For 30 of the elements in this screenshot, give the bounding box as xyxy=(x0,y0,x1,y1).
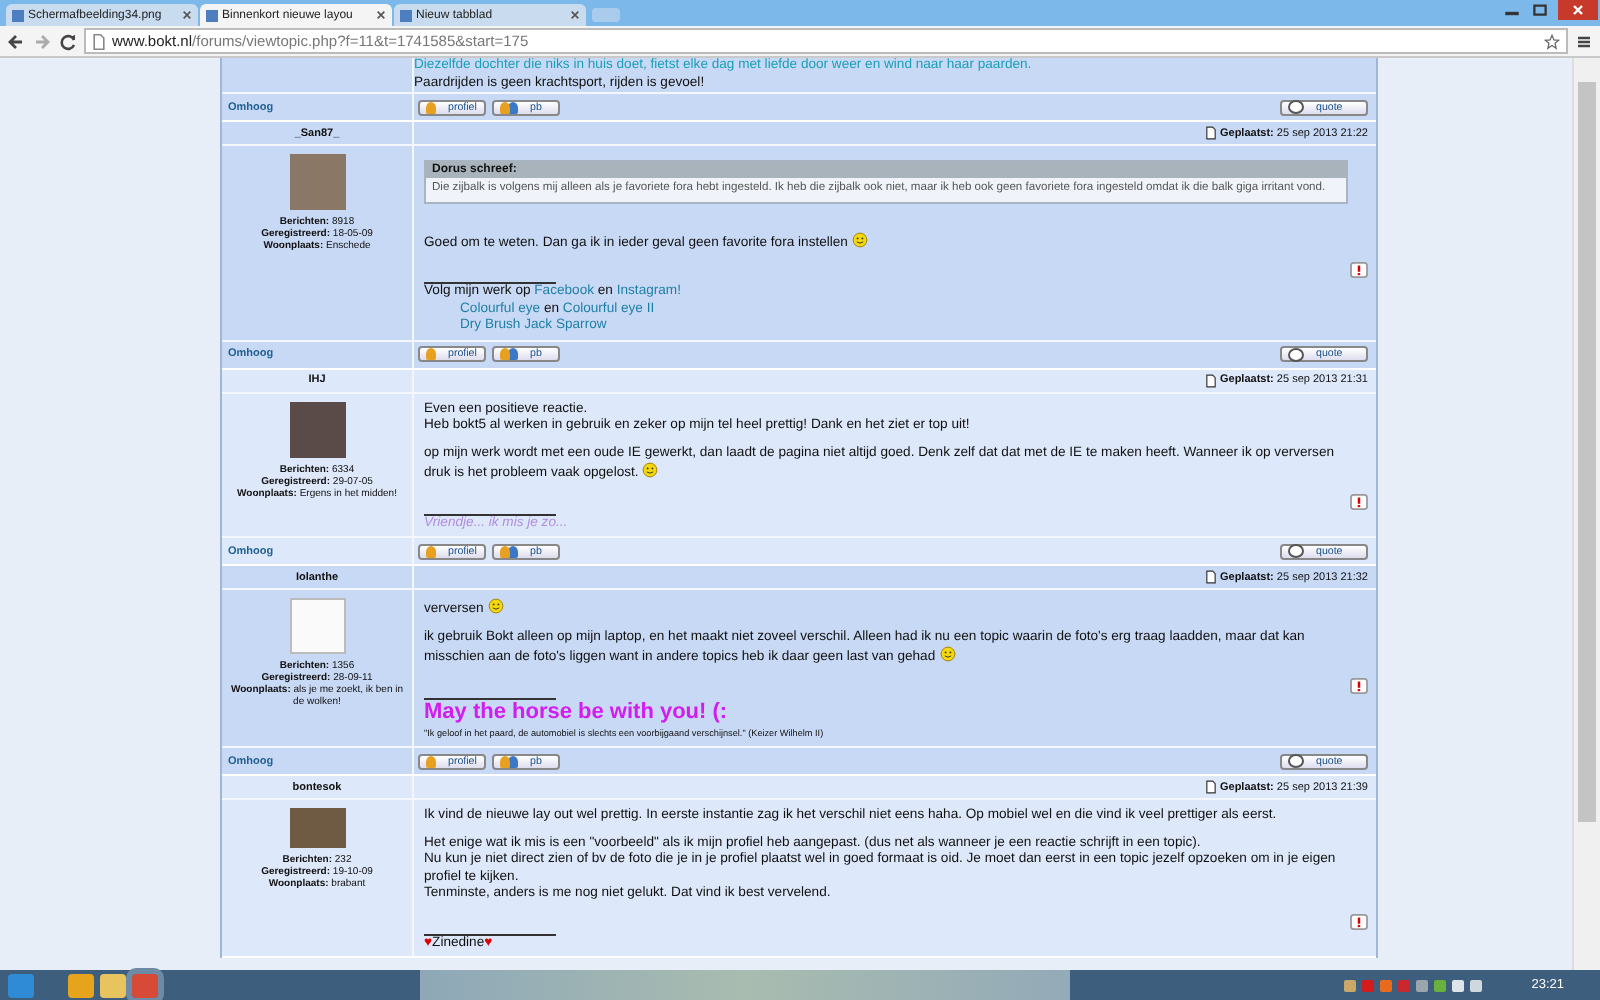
star-icon[interactable] xyxy=(1544,33,1560,49)
menu-icon[interactable] xyxy=(1574,31,1594,51)
restore-icon[interactable] xyxy=(1528,0,1552,18)
report-icon[interactable] xyxy=(1350,913,1368,929)
signature-headline: May the horse be with you! (: xyxy=(424,699,728,723)
post-icon xyxy=(1205,373,1216,387)
close-icon[interactable] xyxy=(570,10,580,20)
page-icon xyxy=(206,9,218,21)
page-icon xyxy=(12,9,24,21)
reload-icon[interactable] xyxy=(58,31,78,51)
page-icon xyxy=(92,33,106,49)
post-icon xyxy=(1205,126,1216,140)
scrollbar-thumb[interactable] xyxy=(1578,82,1596,822)
close-icon[interactable] xyxy=(1556,0,1600,20)
avatar-placeholder xyxy=(289,598,345,654)
report-icon[interactable] xyxy=(1350,493,1368,509)
back-icon[interactable] xyxy=(6,31,26,51)
report-icon[interactable] xyxy=(1350,677,1368,693)
avatar-placeholder xyxy=(289,401,345,457)
close-icon[interactable] xyxy=(182,10,192,20)
post-icon xyxy=(1205,570,1216,584)
folder-taskbar-icon[interactable] xyxy=(100,973,126,997)
mail-taskbar-icon[interactable] xyxy=(68,973,94,997)
report-icon[interactable] xyxy=(1350,262,1368,278)
page-icon xyxy=(400,9,412,21)
avatar-placeholder xyxy=(289,808,345,848)
close-icon[interactable] xyxy=(376,10,386,20)
avatar-placeholder xyxy=(289,154,345,210)
scrollbar[interactable] xyxy=(1572,58,1600,970)
post-icon xyxy=(1205,780,1216,794)
